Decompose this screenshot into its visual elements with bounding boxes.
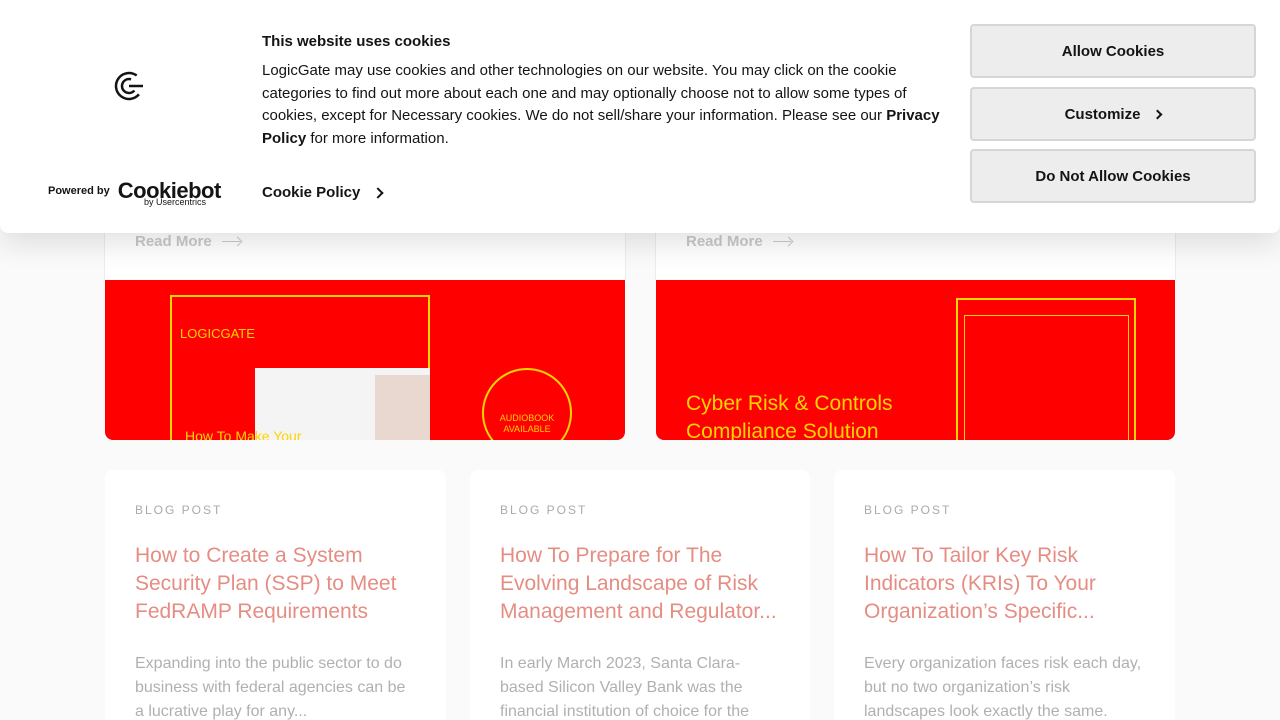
powered-by-label: Powered by [48, 185, 110, 197]
image-brand-text: LOGICGATE [180, 326, 255, 341]
blog-post-card-3[interactable]: BLOG POST How To Tailor Key Risk Indicat… [834, 470, 1175, 720]
image-document-inner [964, 315, 1129, 440]
image-title-text: How To Make Your [185, 428, 302, 440]
cookie-banner: Powered by Cookiebot by Usercentrics Thi… [0, 0, 1280, 233]
blog-post-card-1[interactable]: BLOG POST How to Create a System Securit… [105, 470, 446, 720]
read-more-label: Read More [135, 233, 212, 250]
post-excerpt: Every organization faces risk each day, … [864, 655, 1142, 720]
customize-button[interactable]: Customize [970, 87, 1256, 141]
read-more-link-1[interactable]: Read More [135, 233, 242, 250]
logicgate-logo-icon [114, 71, 144, 101]
image-portrait [375, 375, 430, 440]
arrow-right-icon [772, 237, 793, 247]
audiobook-badge-text: AUDIOBOOK AVAILABLE [499, 413, 555, 434]
image-headline-line2: Compliance Solution [686, 420, 879, 440]
read-more-label: Read More [686, 233, 763, 250]
chevron-right-icon [1152, 109, 1163, 119]
cookie-banner-text: LogicGate may use cookies and other tech… [262, 60, 952, 151]
do-not-allow-label: Do Not Allow Cookies [1035, 167, 1191, 185]
cookie-policy-label: Cookie Policy [262, 184, 361, 201]
blog-post-card-2[interactable]: BLOG POST How To Prepare for The Evolvin… [470, 470, 810, 720]
post-tag: BLOG POST [864, 503, 952, 517]
cookie-banner-body-suffix: for more information. [306, 130, 449, 148]
featured-image-2[interactable]: Cyber Risk & Controls Compliance Solutio… [656, 280, 1175, 440]
post-excerpt: Expanding into the public sector to do b… [135, 655, 406, 720]
post-tag: BLOG POST [135, 503, 223, 517]
cookie-policy-link[interactable]: Cookie Policy [262, 184, 385, 201]
allow-cookies-button[interactable]: Allow Cookies [970, 24, 1256, 78]
allow-cookies-label: Allow Cookies [1061, 42, 1165, 60]
post-excerpt: In early March 2023, Santa Clara-based S… [500, 655, 750, 720]
post-tag: BLOG POST [500, 503, 588, 517]
arrow-right-icon [221, 237, 242, 247]
cookie-banner-body: LogicGate may use cookies and other tech… [262, 62, 907, 125]
post-title[interactable]: How to Create a System Security Plan (SS… [135, 542, 425, 626]
read-more-link-2[interactable]: Read More [686, 233, 793, 250]
chevron-right-icon [372, 186, 385, 199]
do-not-allow-cookies-button[interactable]: Do Not Allow Cookies [970, 149, 1256, 203]
usercentrics-label: by Usercentrics [144, 197, 207, 207]
customize-label: Customize [1064, 105, 1141, 123]
post-title[interactable]: How To Tailor Key Risk Indicators (KRIs)… [864, 542, 1154, 626]
image-headline-line1: Cyber Risk & Controls [686, 392, 893, 415]
cookie-banner-title: This website uses cookies [262, 33, 451, 50]
cookiebot-branding[interactable]: Powered by Cookiebot by Usercentrics [48, 180, 221, 208]
post-title[interactable]: How To Prepare for The Evolving Landscap… [500, 542, 790, 626]
featured-image-1[interactable]: LOGICGATE How To Make Your AUDIOBOOK AVA… [105, 280, 625, 440]
